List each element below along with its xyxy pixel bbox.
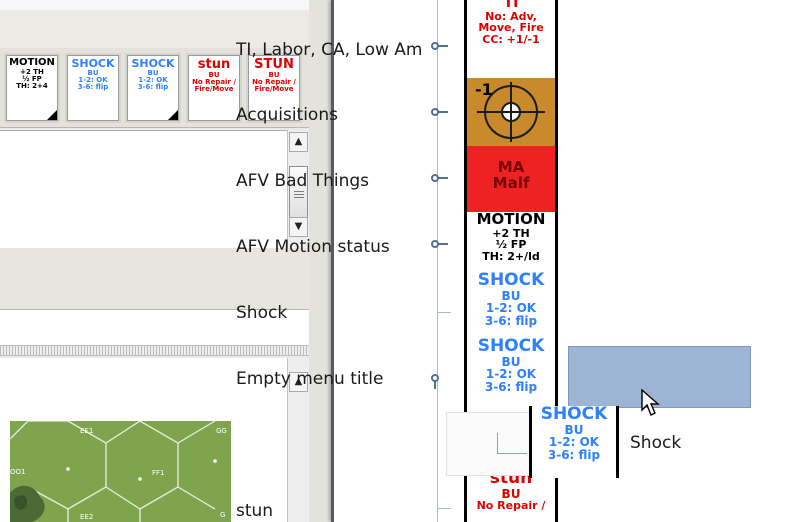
counter-text: SHOCK: [477, 338, 545, 356]
counter-text: CC: +1/-1: [482, 32, 540, 46]
tree-node-handle-icon[interactable]: [431, 374, 449, 389]
dragged-counter-preview[interactable]: SHOCK BU 1-2: OK 3-6: flip: [529, 406, 619, 478]
scroll-up-arrow-icon[interactable]: ▲: [289, 132, 308, 152]
hex-label: EE1: [80, 427, 93, 435]
background-title-strip: [0, 0, 331, 10]
drag-drop-target-outline: [446, 412, 531, 476]
menu-item-acquisitions[interactable]: Acquisitions: [236, 105, 338, 125]
toolbar-counter-title: MOTION: [9, 57, 55, 68]
counter-text: SHOCK: [540, 406, 608, 424]
hex-label: GG: [216, 427, 227, 435]
menu-item-afv-bad-things[interactable]: AFV Bad Things: [236, 171, 369, 191]
tree-node-handle-icon[interactable]: [431, 174, 449, 182]
counter-text: No Repair /: [476, 499, 546, 513]
counter-text: 3-6: flip: [547, 448, 601, 463]
split-pane-divider[interactable]: [0, 346, 331, 356]
scroll-down-arrow-icon[interactable]: ▼: [289, 217, 308, 237]
toolbar-counter-motion[interactable]: MOTION +2 TH ½ FP TH: 2+4: [6, 55, 58, 121]
menu-counter-shock-2: SHOCK BU 1-2: OK 3-6: flip: [467, 338, 555, 410]
counter-text: -1: [475, 80, 493, 99]
tree-branch-line: [437, 312, 451, 313]
toolbar-counter-title: SHOCK: [131, 57, 175, 70]
corner-flag-icon: [47, 110, 57, 120]
toolbar-counter-shock-2[interactable]: SHOCK BU 1-2: OK 3-6: flip: [127, 55, 179, 121]
toolbar-counter-shock[interactable]: SHOCK BU 1-2: OK 3-6: flip: [67, 55, 119, 121]
counter-text: TH: 2+/ld: [482, 249, 540, 263]
tree-connector-line: [437, 0, 438, 522]
control-strip: [0, 248, 331, 310]
dragged-menu-item-label: Shock: [630, 433, 682, 453]
hex-label: OO1: [10, 468, 25, 476]
menu-item-shock[interactable]: Shock: [236, 303, 287, 323]
hex-label: EE2: [80, 513, 93, 521]
menu-counter-shock: SHOCK BU 1-2: OK 3-6: flip: [467, 272, 555, 342]
toolbar-counter-title: STUN: [254, 57, 294, 72]
menu-counter-malf: MA Malf: [467, 146, 555, 212]
menu-item-ti-labor[interactable]: TI, Labor, CA, Low Am: [236, 40, 422, 60]
hex-map-graphic: EE1 FF1 GG G OO1 EE2: [10, 421, 231, 522]
tree-branch-line: [437, 508, 451, 509]
menu-item-empty-menu-title[interactable]: Empty menu title: [236, 369, 383, 389]
toolbar-counter-line: Fire/Move: [254, 85, 294, 94]
mouse-pointer-icon: [641, 388, 660, 416]
menu-item-stun[interactable]: stun: [236, 501, 273, 521]
toolbar-counter-title: SHOCK: [71, 57, 115, 70]
toolbar-counter-title: stun: [197, 57, 231, 72]
menu-item-afv-motion-status[interactable]: AFV Motion status: [236, 237, 390, 257]
hex-label: FF1: [152, 469, 165, 477]
toolbar-counter-line: 3-6: flip: [77, 83, 109, 92]
counter-text: 3-6: flip: [484, 314, 538, 329]
menu-counter-acquisition: -1: [467, 78, 555, 146]
tree-node-handle-icon[interactable]: [431, 42, 449, 50]
hex-map[interactable]: EE1 FF1 GG G OO1 EE2: [10, 421, 231, 522]
tree-node-handle-icon[interactable]: [431, 240, 449, 248]
counter-text: 3-6: flip: [484, 380, 538, 395]
hex-label: G: [220, 511, 225, 519]
counter-text: Malf: [492, 173, 530, 192]
toolbar-counter-line: TH: 2+4: [16, 82, 48, 91]
menu-counter-ti: TI No: Adv, Move, Fire CC: +1/-1: [467, 0, 555, 70]
counter-text: MOTION: [476, 212, 546, 228]
tree-node-handle-icon[interactable]: [431, 108, 449, 116]
toolbar-counter-line: 3-6: flip: [137, 83, 169, 92]
toolbar-counter-line: Fire/Move: [194, 85, 234, 94]
corner-flag-icon: [168, 110, 178, 120]
menu-counter-motion: MOTION +2 TH ½ FP TH: 2+/ld: [467, 212, 555, 278]
toolbar-counter-stun[interactable]: stun BU No Repair / Fire/Move: [188, 55, 240, 121]
counter-text: SHOCK: [477, 272, 545, 290]
window-edge: [309, 0, 331, 522]
